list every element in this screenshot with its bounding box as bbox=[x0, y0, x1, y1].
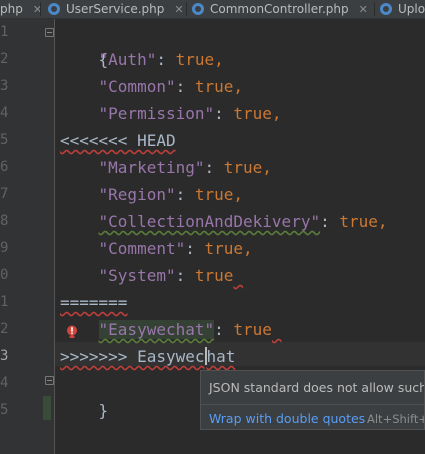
json-key: "Comment" bbox=[98, 239, 186, 258]
json-key: "Marketing" bbox=[98, 158, 205, 177]
json-key-highlighted: "Easywechat" bbox=[98, 320, 215, 339]
json-key: "Region" bbox=[98, 185, 176, 204]
php-file-icon bbox=[48, 3, 60, 15]
quick-fix-shortcut: Alt+Shift+ bbox=[367, 412, 425, 426]
json-value: true bbox=[339, 212, 378, 231]
close-brace: } bbox=[98, 401, 109, 420]
json-value: true bbox=[194, 185, 234, 204]
code-line: <<<<<<< HEAD bbox=[60, 127, 176, 154]
line-number: 5 bbox=[0, 132, 9, 148]
tab-divider bbox=[186, 2, 187, 16]
json-value: true bbox=[194, 266, 234, 285]
line-number: 8 bbox=[0, 213, 9, 229]
code-line: { bbox=[60, 19, 109, 69]
json-value: true bbox=[233, 320, 272, 339]
tab-label: CommonController.php bbox=[210, 2, 349, 16]
fold-collapse-icon[interactable] bbox=[45, 28, 54, 37]
error-marker bbox=[233, 266, 243, 285]
json-key: "CollectionAndDekivery" bbox=[98, 212, 321, 231]
tab-label: UserService.php bbox=[66, 2, 165, 16]
error-marker bbox=[272, 320, 282, 339]
tab-divider bbox=[374, 2, 375, 16]
json-key: "Common" bbox=[98, 77, 176, 96]
json-key: "Permission" bbox=[98, 104, 215, 123]
line-number-current: 3 bbox=[0, 348, 9, 364]
tab-divider bbox=[40, 2, 41, 16]
php-file-icon bbox=[192, 3, 204, 15]
php-file-icon bbox=[380, 3, 392, 15]
code-line: "System": true bbox=[60, 262, 243, 289]
json-value: true bbox=[223, 158, 263, 177]
merge-conflict-marker: <<<<<<< HEAD bbox=[60, 131, 176, 150]
merge-conflict-separator: ======= bbox=[60, 293, 128, 312]
quick-fix-link[interactable]: Wrap with double quotes bbox=[209, 411, 365, 426]
code-line: ======= bbox=[60, 289, 127, 316]
code-line: "Region": true, bbox=[98, 185, 244, 204]
line-number: 0 bbox=[0, 267, 9, 283]
popup-divider bbox=[201, 404, 424, 405]
json-key: "System" bbox=[98, 266, 176, 285]
line-number: 4 bbox=[0, 375, 9, 391]
code-line: "CollectionAndDekivery": true, bbox=[98, 212, 388, 231]
tab-userservice[interactable]: UserService.php ✕ bbox=[48, 0, 184, 18]
line-number: 5 bbox=[0, 402, 9, 418]
tab-label: Uplo bbox=[398, 2, 425, 16]
code-line: "Common": true, bbox=[98, 77, 244, 96]
code-line: "Marketing": true, bbox=[98, 158, 272, 177]
line-number: 1 bbox=[0, 24, 9, 40]
line-number: 1 bbox=[0, 294, 9, 310]
line-number: 2 bbox=[0, 51, 9, 67]
code-line: "Comment": true, bbox=[98, 239, 253, 258]
line-number: 2 bbox=[0, 321, 9, 337]
code-line-current: >>>>>>> Easywec hat bbox=[60, 347, 236, 366]
line-number: 7 bbox=[0, 186, 9, 202]
editor-gutter[interactable]: 1 2 3 4 5 6 7 8 9 0 1 2 3 4 5 bbox=[0, 19, 55, 454]
line-number: 3 bbox=[0, 78, 9, 94]
tab-label: php bbox=[0, 2, 23, 16]
close-icon[interactable]: ✕ bbox=[174, 3, 183, 16]
json-value: true bbox=[194, 77, 234, 96]
line-number: 6 bbox=[0, 159, 9, 175]
tab-upload[interactable]: Uplo bbox=[380, 0, 425, 18]
code-line: } bbox=[60, 370, 109, 420]
json-value: true bbox=[175, 50, 215, 69]
code-line: "Auth": true, bbox=[98, 50, 224, 69]
vcs-change-marker[interactable] bbox=[43, 396, 51, 420]
close-icon[interactable]: ✕ bbox=[359, 3, 368, 16]
editor-tab-bar: php ✕ UserService.php ✕ CommonController… bbox=[0, 0, 425, 19]
tab-commoncontroller[interactable]: CommonController.php ✕ bbox=[192, 0, 368, 18]
code-line: "Permission": true, bbox=[98, 104, 282, 123]
line-number: 9 bbox=[0, 240, 9, 256]
line-number: 4 bbox=[0, 105, 9, 121]
inspection-message: JSON standard does not allow such t bbox=[209, 380, 425, 395]
json-key: "Auth" bbox=[98, 50, 157, 69]
json-value: true bbox=[204, 239, 244, 258]
code-line: "Easywechat": true bbox=[60, 316, 282, 343]
json-value: true bbox=[233, 104, 272, 123]
tab-php[interactable]: php ✕ bbox=[0, 0, 42, 18]
inspection-popup: JSON standard does not allow such t Wrap… bbox=[200, 370, 425, 430]
fold-collapse-icon[interactable] bbox=[45, 376, 54, 385]
merge-conflict-marker: >>>>>>> Easywec bbox=[60, 347, 205, 366]
